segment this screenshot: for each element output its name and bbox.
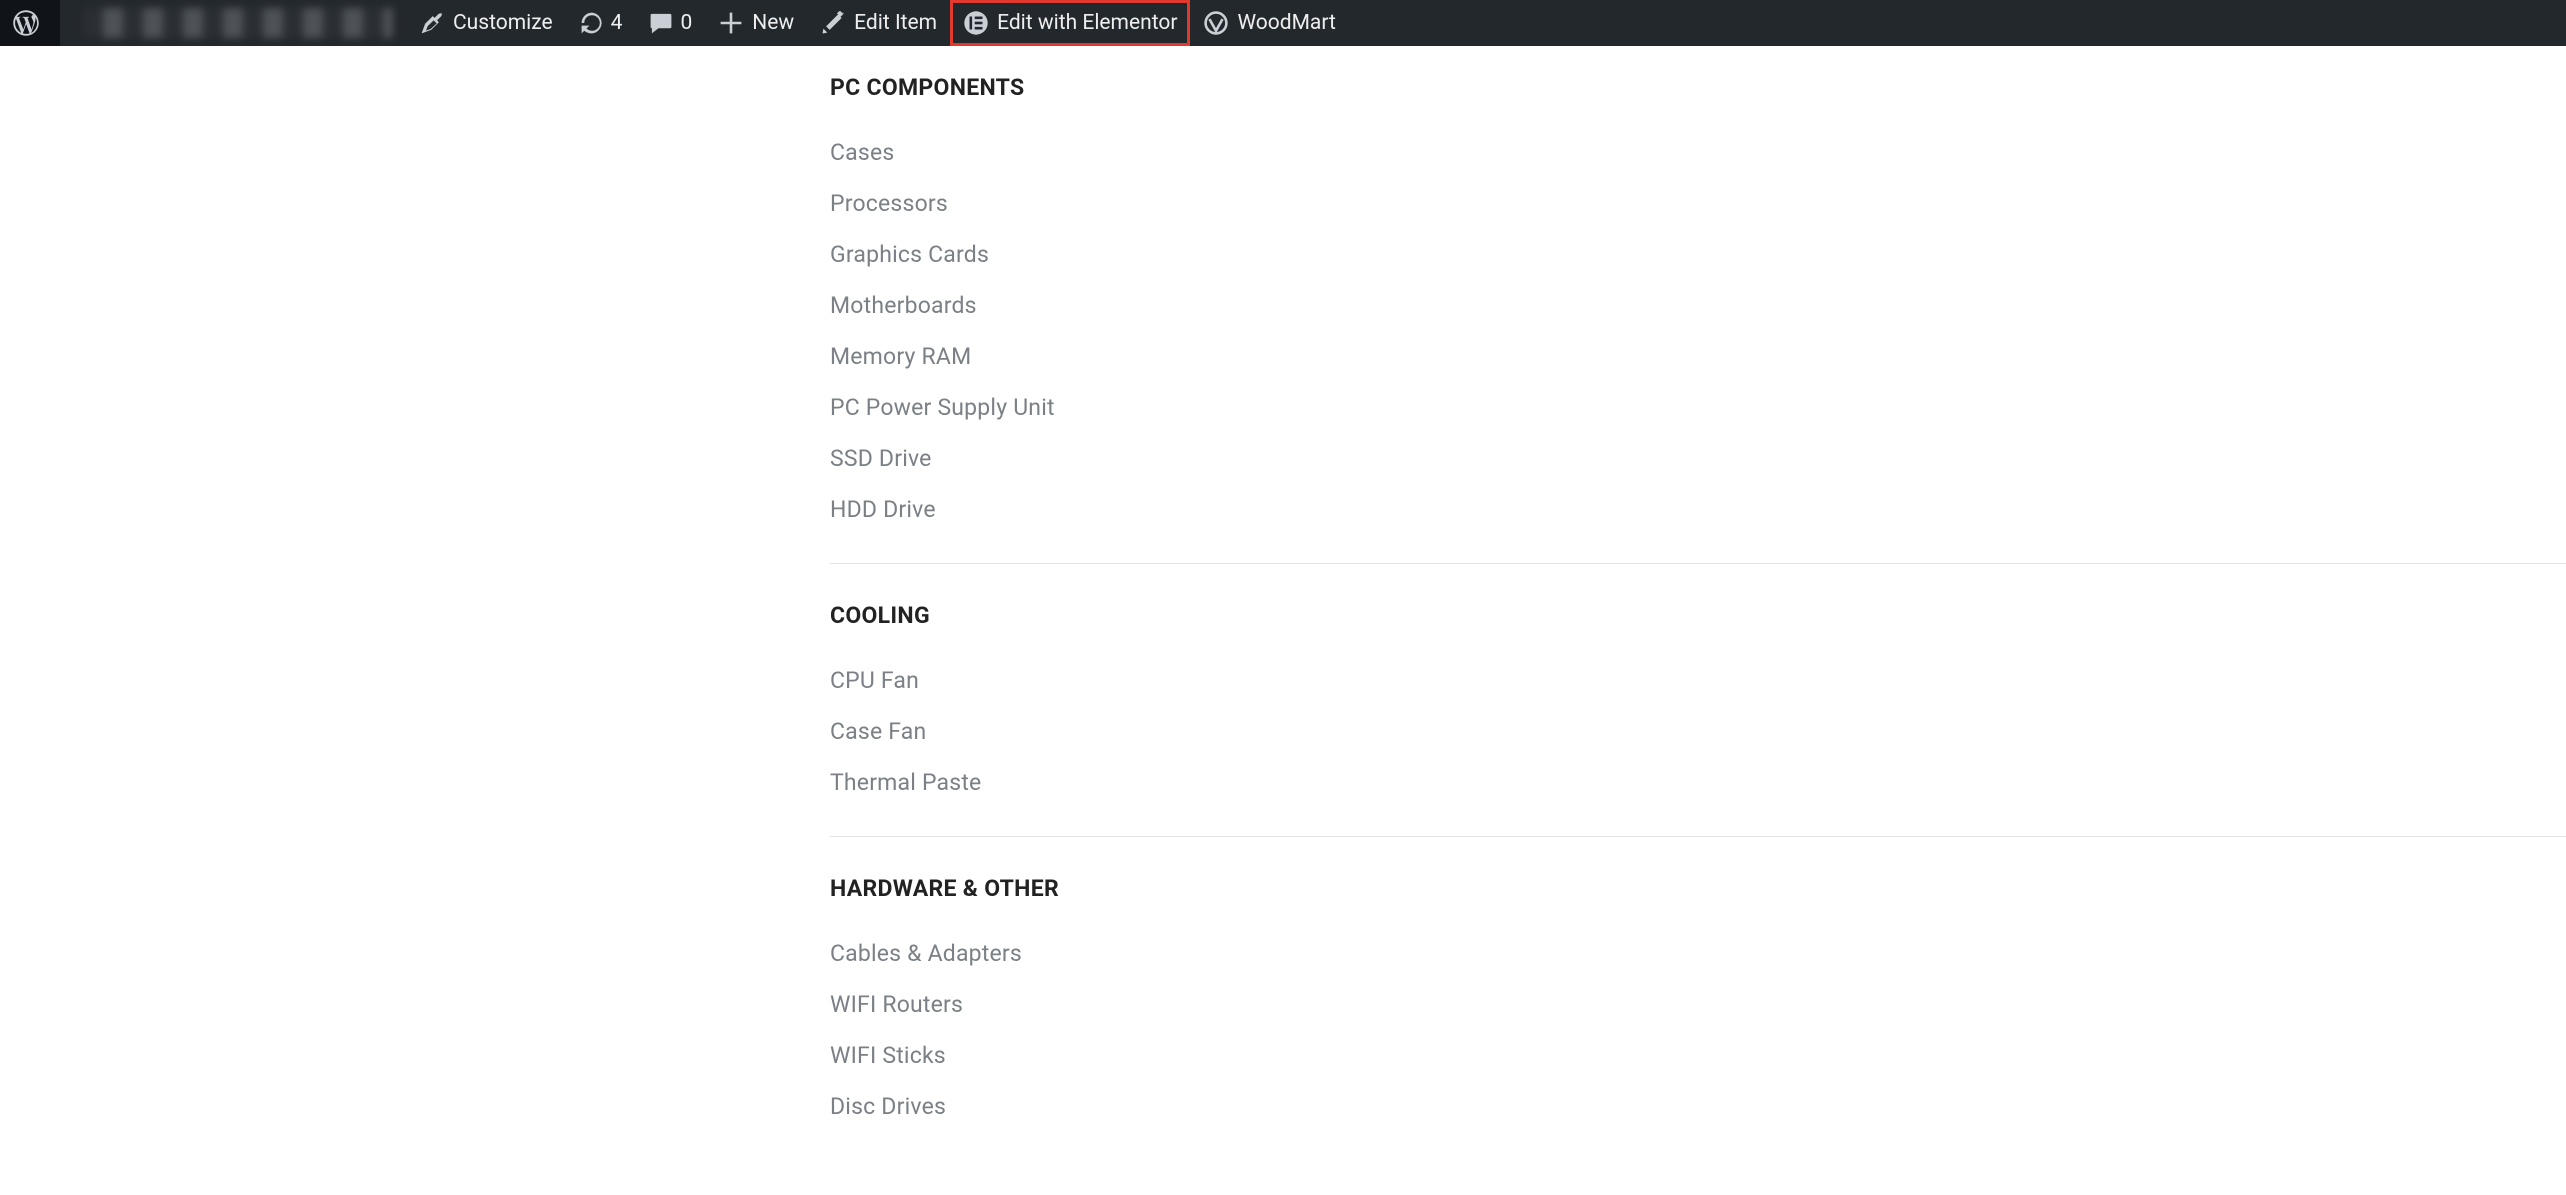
list-item[interactable]: PC Power Supply Unit — [830, 382, 2566, 433]
customize-link[interactable]: Customize — [406, 0, 566, 46]
list-item[interactable]: WIFI Routers — [830, 979, 2566, 1030]
elementor-label: Edit with Elementor — [997, 11, 1177, 35]
list-item[interactable]: Processors — [830, 178, 2566, 229]
list-item[interactable]: Cables & Adapters — [830, 928, 2566, 979]
menu-group-cooling: COOLING CPU Fan Case Fan Thermal Paste — [830, 564, 2566, 837]
edit-with-elementor-link[interactable]: Edit with Elementor — [950, 0, 1190, 46]
site-name[interactable] — [60, 0, 406, 46]
wp-admin-bar: Customize 4 0 New Edit Item Edit with El… — [0, 0, 2566, 46]
wordpress-icon — [13, 10, 39, 36]
list-item[interactable]: Memory RAM — [830, 331, 2566, 382]
category-menu: PC COMPONENTS Cases Processors Graphics … — [830, 58, 2566, 1160]
comments-icon — [648, 10, 674, 36]
group-title: PC COMPONENTS — [830, 66, 2566, 109]
customize-label: Customize — [453, 11, 553, 35]
list-item[interactable]: SSD Drive — [830, 433, 2566, 484]
wp-logo[interactable] — [0, 0, 60, 46]
group-title: HARDWARE & OTHER — [830, 867, 2566, 910]
list-item[interactable]: HDD Drive — [830, 484, 2566, 535]
group-list: Cases Processors Graphics Cards Motherbo… — [830, 127, 2566, 535]
site-name-blur — [83, 8, 393, 38]
list-item[interactable]: Graphics Cards — [830, 229, 2566, 280]
new-link[interactable]: New — [705, 0, 807, 46]
menu-group-hardware-other: HARDWARE & OTHER Cables & Adapters WIFI … — [830, 837, 2566, 1160]
list-item[interactable]: Cases — [830, 127, 2566, 178]
list-item[interactable]: Motherboards — [830, 280, 2566, 331]
list-item[interactable]: WIFI Sticks — [830, 1030, 2566, 1081]
pencil-icon — [820, 10, 846, 36]
page-content: PC COMPONENTS Cases Processors Graphics … — [0, 46, 2566, 1195]
updates-link[interactable]: 4 — [566, 0, 636, 46]
group-list: Cables & Adapters WIFI Routers WIFI Stic… — [830, 928, 2566, 1132]
woodmart-link[interactable]: WoodMart — [1190, 0, 1348, 46]
woodmart-label: WoodMart — [1237, 11, 1335, 35]
edit-item-link[interactable]: Edit Item — [807, 0, 950, 46]
new-label: New — [752, 11, 794, 35]
list-item[interactable]: CPU Fan — [830, 655, 2566, 706]
updates-count: 4 — [611, 11, 623, 35]
elementor-icon — [963, 10, 989, 36]
edit-item-label: Edit Item — [854, 11, 937, 35]
list-item[interactable]: Thermal Paste — [830, 757, 2566, 808]
comments-link[interactable]: 0 — [635, 0, 705, 46]
menu-group-pc-components: PC COMPONENTS Cases Processors Graphics … — [830, 58, 2566, 564]
customize-icon — [419, 10, 445, 36]
updates-icon — [579, 10, 605, 36]
plus-icon — [718, 10, 744, 36]
group-list: CPU Fan Case Fan Thermal Paste — [830, 655, 2566, 808]
group-title: COOLING — [830, 594, 2566, 637]
woodmart-icon — [1203, 10, 1229, 36]
list-item[interactable]: Case Fan — [830, 706, 2566, 757]
list-item[interactable]: Disc Drives — [830, 1081, 2566, 1132]
comments-count: 0 — [680, 11, 692, 35]
